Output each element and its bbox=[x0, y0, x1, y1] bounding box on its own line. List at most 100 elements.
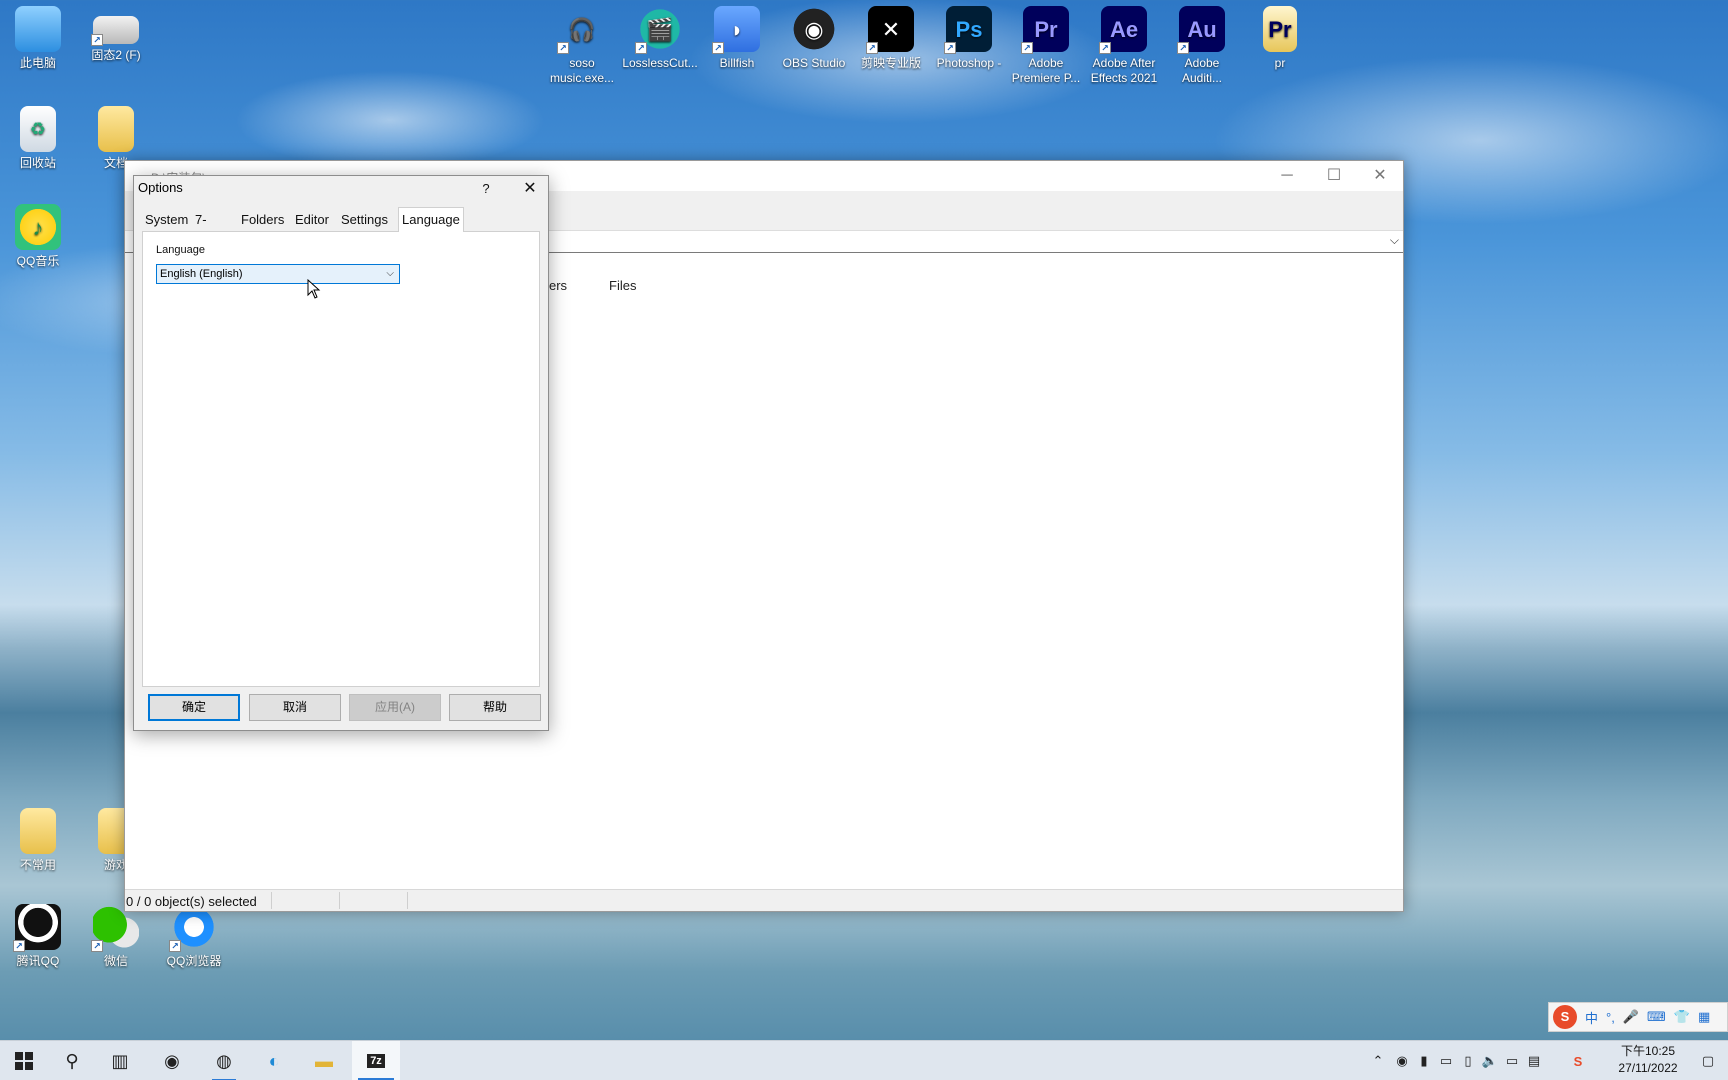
desktop-icon-billfish[interactable]: ◗ ↗ Billfish bbox=[699, 6, 775, 71]
apply-button[interactable]: 应用(A) bbox=[349, 694, 441, 721]
ime-mode[interactable]: 中 bbox=[1585, 1008, 1598, 1027]
music-app-icon[interactable]: ◉ bbox=[148, 1041, 196, 1080]
sogou-tray-icon[interactable]: S bbox=[1568, 1041, 1588, 1080]
desktop-icon-drive-f[interactable]: ↗ 固态2 (F) bbox=[78, 6, 154, 63]
tab-language[interactable]: Language bbox=[398, 207, 464, 232]
edge-icon[interactable]: ◐ bbox=[250, 1041, 298, 1080]
chevron-up-icon[interactable]: ⌃ bbox=[1368, 1041, 1388, 1080]
audition-icon: Au ↗ bbox=[1177, 6, 1225, 54]
cancel-button[interactable]: 取消 bbox=[249, 694, 341, 721]
desktop-icon-this-pc[interactable]: 此电脑 bbox=[0, 6, 76, 71]
folder-icon bbox=[20, 808, 56, 854]
clock-time: 下午10:25 bbox=[1620, 1044, 1676, 1058]
desktop-icon-label: OBS Studio bbox=[782, 56, 846, 70]
desktop-icon-label: 微信 bbox=[103, 954, 128, 968]
desktop-icon-label: Adobe Auditi... bbox=[1181, 56, 1223, 85]
skin-icon[interactable]: 👕 bbox=[1674, 1009, 1690, 1025]
close-icon[interactable]: ✕ bbox=[1357, 161, 1403, 191]
desktop-icon-rarely-used[interactable]: 不常用 bbox=[0, 808, 76, 873]
desktop-icon-soso-music[interactable]: 🎧 ↗ soso music.exe... bbox=[544, 6, 620, 86]
tab-editor[interactable]: Editor bbox=[292, 209, 332, 231]
desktop-icon-label: pr bbox=[1274, 56, 1286, 70]
desktop-icon-label: 回收站 bbox=[19, 156, 56, 170]
clapperboard-icon: 🎬 ↗ bbox=[635, 6, 683, 54]
sogou-icon[interactable]: S bbox=[1553, 1005, 1577, 1029]
premiere-file-icon: Pr bbox=[1263, 6, 1297, 52]
computer-icon bbox=[15, 6, 61, 52]
desktop-icon-label: QQ音乐 bbox=[16, 254, 60, 268]
maximize-icon[interactable]: ☐ bbox=[1311, 161, 1357, 191]
desktop-icon-label: 剪映专业版 bbox=[860, 56, 921, 70]
desktop-icon-label: 此电脑 bbox=[19, 56, 56, 70]
desktop-icon-tencent-qq[interactable]: ↗ 腾讯QQ bbox=[0, 904, 76, 969]
desktop-icon-losslesscut[interactable]: 🎬 ↗ LosslessCut... bbox=[622, 6, 698, 71]
qq-music-icon: ♪ bbox=[15, 204, 61, 250]
punctuation-icon[interactable]: °, bbox=[1606, 1010, 1615, 1025]
desktop-icon-pr-file[interactable]: Pr pr bbox=[1242, 6, 1318, 71]
chevron-down-icon[interactable]: ⌵ bbox=[386, 265, 394, 283]
status-divider bbox=[271, 892, 272, 909]
recycle-bin-icon: ♻ bbox=[20, 106, 56, 152]
ok-button[interactable]: 确定 bbox=[148, 694, 240, 721]
desktop-icon-label: Billfish bbox=[719, 56, 755, 70]
status-divider bbox=[407, 892, 408, 909]
notification-icon[interactable]: ▢ bbox=[1688, 1041, 1728, 1080]
desktop-icon-qq-music[interactable]: ♪ QQ音乐 bbox=[0, 204, 76, 269]
desktop-icon-obs-studio[interactable]: ◉ OBS Studio bbox=[776, 6, 852, 71]
start-button[interactable] bbox=[0, 1041, 48, 1080]
task-view-icon[interactable]: ▥ bbox=[96, 1041, 144, 1080]
ime-toolbar[interactable]: S 中 °, 🎤 ⌨ 👕 ▦ bbox=[1548, 1002, 1728, 1032]
obs-taskbar-icon[interactable]: ◍ bbox=[200, 1041, 248, 1080]
options-dialog: Options ? ✕ System 7-Zip Folders Editor … bbox=[133, 175, 549, 731]
battery-icon[interactable]: ▭ bbox=[1436, 1041, 1456, 1080]
desktop-icon-label: 腾讯QQ bbox=[16, 954, 60, 968]
desktop-icon-label: Adobe Premiere P... bbox=[1011, 56, 1081, 85]
search-icon[interactable]: ⚲ bbox=[48, 1041, 96, 1080]
desktop-icon-recycle-bin[interactable]: ♻ 回收站 bbox=[0, 106, 76, 171]
obs-icon: ◉ bbox=[791, 6, 837, 52]
qq-icon: ↗ bbox=[13, 904, 61, 952]
help-button[interactable]: 帮助 bbox=[449, 694, 541, 721]
desktop-icon-premiere[interactable]: Pr ↗ Adobe Premiere P... bbox=[1008, 6, 1084, 86]
desktop-icon-label: 不常用 bbox=[19, 858, 56, 872]
seven-zip-taskbar-icon[interactable]: 7z bbox=[352, 1041, 400, 1080]
microphone-icon[interactable]: 🎤 bbox=[1623, 1009, 1639, 1025]
column-header-folders[interactable]: ers bbox=[549, 278, 567, 293]
tab-7zip[interactable]: 7-Zip bbox=[192, 209, 216, 249]
dialog-title: Options bbox=[138, 180, 183, 195]
desktop-icon-capcut[interactable]: ✕ ↗ 剪映专业版 bbox=[853, 6, 929, 71]
tab-settings[interactable]: Settings bbox=[338, 209, 391, 231]
desktop-icon-label: soso music.exe... bbox=[549, 56, 615, 85]
display-icon[interactable]: ▤ bbox=[1524, 1041, 1544, 1080]
chevron-down-icon[interactable]: ⌵ bbox=[1390, 233, 1399, 248]
volume-icon[interactable]: 🔈 bbox=[1480, 1041, 1500, 1080]
microphone-tray-icon[interactable]: ▮ bbox=[1414, 1041, 1434, 1080]
language-tab-panel bbox=[142, 231, 540, 687]
usb-icon[interactable]: ▯ bbox=[1458, 1041, 1478, 1080]
column-header-files[interactable]: Files bbox=[609, 278, 636, 293]
file-explorer-icon[interactable]: ▬ bbox=[300, 1041, 348, 1080]
desktop-icon-qq-browser[interactable]: ↗ QQ浏览器 bbox=[156, 904, 232, 969]
clock[interactable]: 下午10:25 27/11/2022 bbox=[1610, 1043, 1686, 1077]
desktop-icon-after-effects[interactable]: Ae ↗ Adobe After Effects 2021 bbox=[1086, 6, 1162, 86]
keyboard-icon[interactable]: ⌨ bbox=[1647, 1009, 1666, 1025]
drive-icon: ↗ bbox=[91, 16, 139, 46]
close-icon[interactable]: ✕ bbox=[512, 176, 548, 202]
after-effects-icon: Ae ↗ bbox=[1099, 6, 1147, 54]
desktop-icon-label: Photoshop - bbox=[936, 56, 1002, 70]
tab-system[interactable]: System bbox=[142, 209, 191, 231]
language-select[interactable]: English (English) ⌵ bbox=[156, 264, 400, 284]
network-icon[interactable]: ▭ bbox=[1502, 1041, 1522, 1080]
desktop-icon-audition[interactable]: Au ↗ Adobe Auditi... bbox=[1164, 6, 1240, 86]
tab-folders[interactable]: Folders bbox=[238, 209, 287, 231]
language-select-value: English (English) bbox=[160, 268, 243, 280]
minimize-icon[interactable]: ─ bbox=[1264, 161, 1310, 191]
headphones-icon: 🎧 ↗ bbox=[557, 6, 605, 54]
help-icon[interactable]: ? bbox=[474, 178, 498, 200]
obs-tray-icon[interactable]: ◉ bbox=[1392, 1041, 1412, 1080]
grid-icon[interactable]: ▦ bbox=[1698, 1009, 1710, 1025]
desktop-icon-label: QQ浏览器 bbox=[166, 954, 222, 968]
desktop-icon-wechat[interactable]: ↗ 微信 bbox=[78, 904, 154, 969]
desktop-icon-photoshop[interactable]: Ps ↗ Photoshop - bbox=[931, 6, 1007, 71]
premiere-icon: Pr ↗ bbox=[1021, 6, 1069, 54]
